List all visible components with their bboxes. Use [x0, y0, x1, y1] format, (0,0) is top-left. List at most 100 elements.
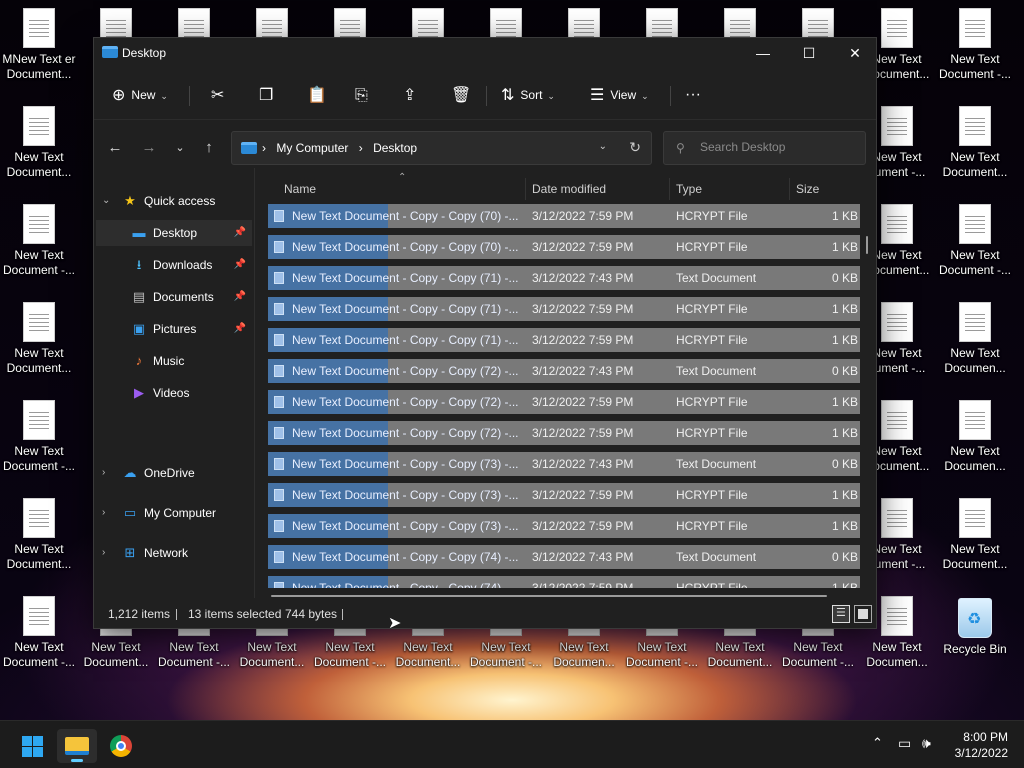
nav-label: OneDrive: [144, 466, 195, 480]
desktop-text-file-icon[interactable]: New Text Document -...: [936, 8, 1014, 82]
chevron-right-icon[interactable]: ›: [102, 460, 105, 486]
file-type: HCRYPT File: [676, 395, 748, 409]
file-row[interactable]: New Text Document - Copy - Copy (72) -..…: [268, 359, 860, 383]
desktop-icon-label: New Text Document...: [707, 640, 773, 669]
recycle-bin-icon[interactable]: ♻ Recycle Bin: [936, 598, 1014, 657]
file-row[interactable]: New Text Document - Copy - Copy (71) -..…: [268, 266, 860, 290]
column-date-modified[interactable]: Date modified: [532, 182, 606, 196]
up-button[interactable]: ↑: [196, 135, 222, 161]
file-row[interactable]: New Text Document - Copy - Copy (71) -..…: [268, 297, 860, 321]
nav-my-computer[interactable]: › ▭ My Computer: [94, 500, 254, 526]
nav-item-downloads[interactable]: ⭳ Downloads 📌: [96, 252, 252, 278]
chevron-right-icon[interactable]: ›: [102, 500, 105, 526]
taskbar-file-explorer[interactable]: [57, 729, 97, 763]
nav-item-videos[interactable]: ▶ Videos: [96, 380, 252, 406]
navigation-pane: ⌄ ★ Quick access ▬ Desktop 📌 ⭳ Downloads 📌 ▤ Do…: [94, 178, 254, 598]
horizontal-scrollbar[interactable]: [271, 595, 827, 597]
desktop-icon-label: New Text Document -...: [2, 444, 76, 473]
nav-label: Music: [153, 354, 185, 368]
file-size: 1 KB: [831, 581, 858, 588]
start-button[interactable]: [12, 729, 52, 763]
desktop-text-file-icon[interactable]: New Text Documen...: [936, 302, 1014, 376]
cut-button[interactable]: ✂: [211, 80, 230, 110]
column-type[interactable]: Type: [676, 182, 702, 196]
desktop-text-file-icon[interactable]: New Text Document...: [936, 498, 1014, 572]
desktop-text-file-icon[interactable]: New Text Document -...: [0, 204, 78, 278]
title-bar[interactable]: Desktop — ☐ ✕: [94, 38, 876, 68]
rename-button[interactable]: ⎘: [355, 80, 374, 110]
desktop-text-file-icon[interactable]: New Text Document...: [936, 106, 1014, 180]
tiles-view-button[interactable]: [854, 605, 872, 623]
copy-button[interactable]: ❐: [259, 80, 279, 110]
minimize-button[interactable]: —: [740, 38, 786, 68]
maximize-button[interactable]: ☐: [786, 38, 832, 68]
share-button[interactable]: ⇪: [403, 80, 422, 110]
desktop-text-file-icon[interactable]: MNew Text er Document...: [0, 8, 78, 82]
desktop-text-file-icon[interactable]: New Text Document -...: [0, 400, 78, 474]
file-row[interactable]: New Text Document - Copy - Copy (71) -..…: [268, 328, 860, 352]
nav-item-music[interactable]: ♪ Music: [96, 348, 252, 374]
file-row[interactable]: New Text Document - Copy - Copy (72) -..…: [268, 421, 860, 445]
details-view-button[interactable]: ☰: [832, 605, 850, 623]
file-row[interactable]: New Text Document - Copy - Copy (74) -..…: [268, 545, 860, 569]
column-size[interactable]: Size: [796, 182, 819, 196]
address-row: ← → ⌄ ↑ › My Computer › Desktop ⌄ ↻ ⚲: [94, 131, 876, 165]
search-input[interactable]: [700, 140, 850, 154]
nav-item-desktop[interactable]: ▬ Desktop 📌: [96, 220, 252, 246]
taskbar-chrome[interactable]: [101, 729, 141, 763]
network-tray-icon[interactable]: ▭: [898, 735, 911, 752]
taskbar: ⌃ ▭ 🕪 8:00 PM 3/12/2022: [0, 720, 1024, 768]
desktop-text-file-icon[interactable]: New Text Documen...: [936, 400, 1014, 474]
file-row[interactable]: New Text Document - Copy - Copy (73) -..…: [268, 452, 860, 476]
file-row[interactable]: New Text Document - Copy - Copy (72) -..…: [268, 390, 860, 414]
desktop-text-file-icon[interactable]: New Text Document -...: [936, 204, 1014, 278]
breadcrumb-desktop[interactable]: Desktop: [373, 141, 417, 155]
nav-item-documents[interactable]: ▤ Documents 📌: [96, 284, 252, 310]
address-bar[interactable]: › My Computer › Desktop ⌄ ↻: [231, 131, 652, 165]
search-box[interactable]: ⚲: [663, 131, 866, 165]
desktop-icon-label: New Text Document -...: [938, 248, 1012, 277]
chevron-down-icon[interactable]: ⌄: [102, 188, 110, 214]
nav-item-pictures[interactable]: ▣ Pictures 📌: [96, 316, 252, 342]
column-name[interactable]: Name: [284, 182, 316, 196]
desktop-text-file-icon[interactable]: New Text Document...: [0, 302, 78, 376]
desktop-text-file-icon[interactable]: New Text Document...: [0, 498, 78, 572]
vertical-scrollbar[interactable]: [866, 236, 868, 254]
new-button[interactable]: ⊕ New ⌄: [112, 80, 168, 110]
show-hidden-icons-button[interactable]: ⌃: [872, 735, 883, 751]
nav-network[interactable]: › ⊞ Network: [94, 540, 254, 566]
sort-button[interactable]: ⇅ Sort ⌄: [501, 80, 555, 110]
file-row[interactable]: New Text Document - Copy - Copy (73) -..…: [268, 514, 860, 538]
file-row[interactable]: New Text Document - Copy - Copy (74) -..…: [268, 576, 860, 588]
file-name: New Text Document - Copy - Copy (70) -..…: [292, 209, 519, 223]
desktop-text-file-icon[interactable]: New Text Document -...: [0, 596, 78, 670]
address-dropdown-icon[interactable]: ⌄: [599, 141, 607, 152]
nav-label: Videos: [153, 386, 190, 400]
paste-button[interactable]: 📋: [307, 80, 333, 110]
file-name: New Text Document - Copy - Copy (71) -..…: [292, 271, 519, 285]
file-size: 1 KB: [831, 240, 858, 254]
nav-onedrive[interactable]: › ☁ OneDrive: [94, 460, 254, 486]
text-document-icon: [959, 400, 991, 440]
close-button[interactable]: ✕: [832, 38, 878, 68]
file-row[interactable]: New Text Document - Copy - Copy (70) -..…: [268, 235, 860, 259]
file-row[interactable]: New Text Document - Copy - Copy (70) -..…: [268, 204, 860, 228]
text-document-icon: [23, 400, 55, 440]
system-clock[interactable]: 8:00 PM 3/12/2022: [955, 729, 1008, 761]
view-button[interactable]: ☰ View ⌄: [590, 80, 649, 110]
pin-icon: 📌: [233, 259, 246, 270]
recent-locations-button[interactable]: ⌄: [167, 135, 193, 161]
desktop-text-file-icon[interactable]: New Text Document...: [0, 106, 78, 180]
more-options-button[interactable]: ···: [685, 80, 701, 110]
desktop-icon-label: New Text Document...: [6, 542, 72, 571]
delete-button[interactable]: 🗑: [451, 80, 477, 110]
refresh-icon[interactable]: ↻: [629, 139, 641, 156]
forward-button[interactable]: →: [136, 135, 162, 161]
breadcrumb-my-computer[interactable]: My Computer: [276, 141, 348, 155]
volume-icon[interactable]: 🕪: [922, 735, 931, 752]
file-row[interactable]: New Text Document - Copy - Copy (73) -..…: [268, 483, 860, 507]
chevron-right-icon[interactable]: ›: [102, 540, 105, 566]
file-date: 3/12/2022 7:43 PM: [532, 457, 634, 471]
nav-quick-access[interactable]: ⌄ ★ Quick access: [94, 188, 254, 214]
back-button[interactable]: ←: [102, 135, 128, 161]
